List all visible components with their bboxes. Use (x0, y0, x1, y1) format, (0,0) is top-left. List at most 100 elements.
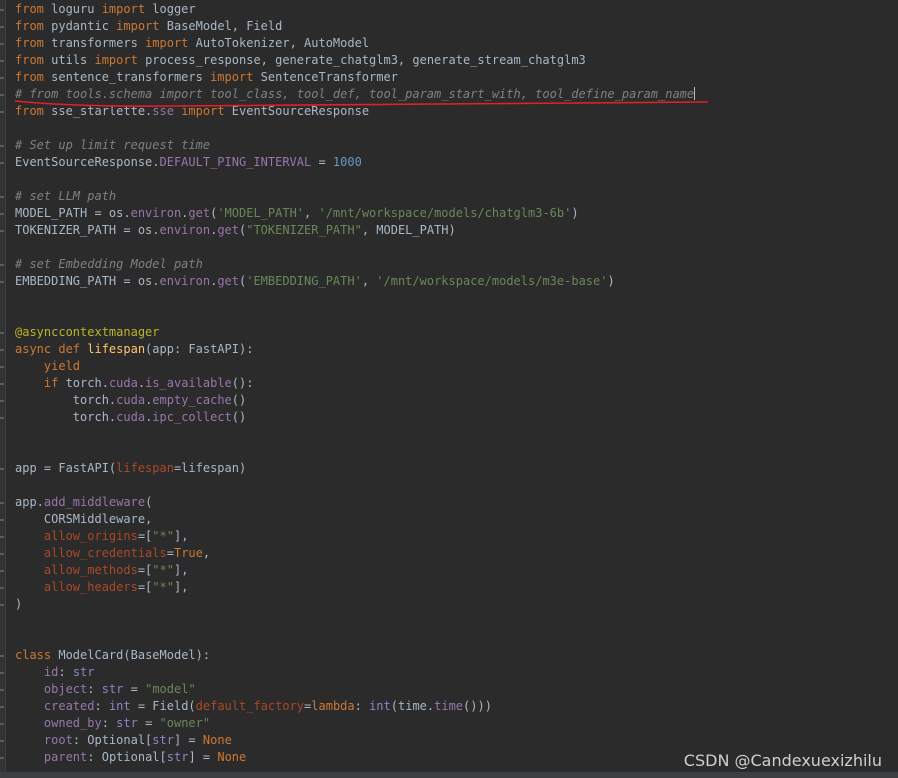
code-line[interactable]: from utils import process_response, gene… (15, 52, 695, 69)
code-token: environ (159, 274, 211, 288)
code-line[interactable]: owned_by: str = "owner" (15, 715, 695, 732)
gutter-marker (0, 553, 4, 555)
code-token: from (15, 36, 44, 50)
code-line[interactable]: yield (15, 358, 695, 375)
code-area[interactable]: from loguru import logger from pydantic i… (15, 1, 696, 766)
code-line[interactable]: @asynccontextmanager (15, 324, 695, 341)
code-token: utils (43, 53, 95, 67)
code-line[interactable]: root: Optional[str] = None (15, 732, 695, 749)
code-line[interactable]: # set LLM path (15, 188, 695, 205)
code-token: ] = (188, 750, 218, 764)
code-line[interactable]: from loguru import logger (15, 1, 695, 18)
code-token: =[ (137, 580, 153, 594)
code-line[interactable] (15, 307, 695, 324)
code-line[interactable]: allow_headers=["*"], (15, 579, 695, 596)
code-token: MODEL_PATH = os. (15, 206, 131, 220)
code-token: (app: FastAPI): (145, 342, 254, 356)
code-token: (BaseModel): (123, 648, 211, 662)
code-token: () (231, 393, 247, 407)
code-line[interactable] (15, 426, 695, 443)
code-line[interactable]: created: int = Field(default_factory=lam… (15, 698, 695, 715)
code-token: # set Embedding Model path (15, 257, 203, 271)
code-line[interactable]: class ModelCard(BaseModel): (15, 647, 695, 664)
code-line[interactable]: # from tools.schema import tool_class, t… (15, 86, 696, 103)
gutter-marker (0, 740, 4, 742)
gutter-marker (0, 604, 4, 606)
code-token: = (123, 682, 146, 696)
code-token: allow_headers (43, 580, 138, 594)
code-line[interactable]: allow_methods=["*"], (15, 562, 695, 579)
code-token: import (145, 36, 189, 50)
code-token: transformers (43, 36, 146, 50)
code-line[interactable]: ) (15, 596, 695, 613)
code-line[interactable] (15, 477, 695, 494)
code-token: cuda (116, 410, 146, 424)
gutter-marker (0, 672, 4, 674)
code-line[interactable]: parent: Optional[str] = None (15, 749, 695, 766)
code-token: if (43, 376, 59, 390)
code-token: process_response, generate_chatglm3, gen… (137, 53, 586, 67)
code-line[interactable] (15, 613, 695, 630)
code-line[interactable]: EventSourceResponse.DEFAULT_PING_INTERVA… (15, 154, 695, 171)
gutter-marker (0, 349, 4, 351)
code-token: '/mnt/workspace/models/m3e-base' (376, 274, 608, 288)
code-line[interactable]: allow_origins=["*"], (15, 528, 695, 545)
gutter-marker (0, 468, 4, 470)
code-token: ( (145, 495, 153, 509)
code-token: "owner" (159, 716, 211, 730)
code-token: '/mnt/workspace/models/chatglm3-6b' (318, 206, 572, 220)
gutter-marker (0, 332, 4, 334)
code-token: DEFAULT_PING_INTERVAL (159, 155, 312, 169)
code-token: , (202, 546, 211, 560)
code-line[interactable] (15, 630, 695, 647)
code-line[interactable]: from transformers import AutoTokenizer, … (15, 35, 695, 52)
code-token: sentence_transformers (43, 70, 211, 84)
code-line[interactable]: torch.cuda.empty_cache() (15, 392, 695, 409)
code-line[interactable]: app.add_middleware( (15, 494, 695, 511)
code-line[interactable]: # set Embedding Model path (15, 256, 695, 273)
code-token: torch. (15, 410, 117, 424)
gutter-marker (0, 757, 4, 759)
gutter-marker (0, 111, 4, 113)
code-line[interactable]: if torch.cuda.is_available(): (15, 375, 695, 392)
code-token: import (101, 2, 146, 16)
code-line[interactable]: app = FastAPI(lifespan=lifespan) (15, 460, 695, 477)
code-token: , MODEL_PATH) (361, 223, 456, 237)
code-line[interactable]: object: str = "model" (15, 681, 695, 698)
code-line[interactable] (15, 443, 695, 460)
code-editor[interactable]: from loguru import logger from pydantic i… (0, 0, 898, 778)
code-line[interactable]: # Set up limit request time (15, 137, 695, 154)
code-line[interactable]: id: str (15, 664, 695, 681)
code-line[interactable]: MODEL_PATH = os.environ.get('MODEL_PATH'… (15, 205, 695, 222)
code-line[interactable]: from sentence_transformers import Senten… (15, 69, 695, 86)
code-line[interactable] (15, 171, 695, 188)
code-line[interactable]: from pydantic import BaseModel, Field (15, 18, 695, 35)
gutter-marker (0, 43, 4, 45)
code-token: BaseModel, Field (159, 19, 283, 33)
code-line[interactable] (15, 120, 695, 137)
code-token: from (15, 53, 44, 67)
gutter-marker (0, 502, 4, 504)
code-line[interactable]: async def lifespan(app: FastAPI): (15, 341, 695, 358)
code-line[interactable] (15, 290, 695, 307)
code-line[interactable]: TOKENIZER_PATH = os.environ.get("TOKENIZ… (15, 222, 695, 239)
code-line[interactable]: torch.cuda.ipc_collect() (15, 409, 695, 426)
code-line[interactable] (15, 239, 695, 256)
code-token: object (43, 682, 88, 696)
gutter-marker (0, 655, 4, 657)
code-line[interactable]: EMBEDDING_PATH = os.environ.get('EMBEDDI… (15, 273, 695, 290)
code-line[interactable]: allow_credentials=True, (15, 545, 695, 562)
code-token: (): (231, 376, 254, 390)
code-line[interactable]: CORSMiddleware, (15, 511, 695, 528)
code-token: "*" (152, 529, 174, 543)
code-token: None (217, 750, 247, 764)
code-token: SentenceTransformer (253, 70, 398, 84)
code-line[interactable]: from sse_starlette.sse import EventSourc… (15, 103, 695, 120)
code-token: EventSourceResponse (224, 104, 370, 118)
code-token: is_available (145, 376, 232, 390)
